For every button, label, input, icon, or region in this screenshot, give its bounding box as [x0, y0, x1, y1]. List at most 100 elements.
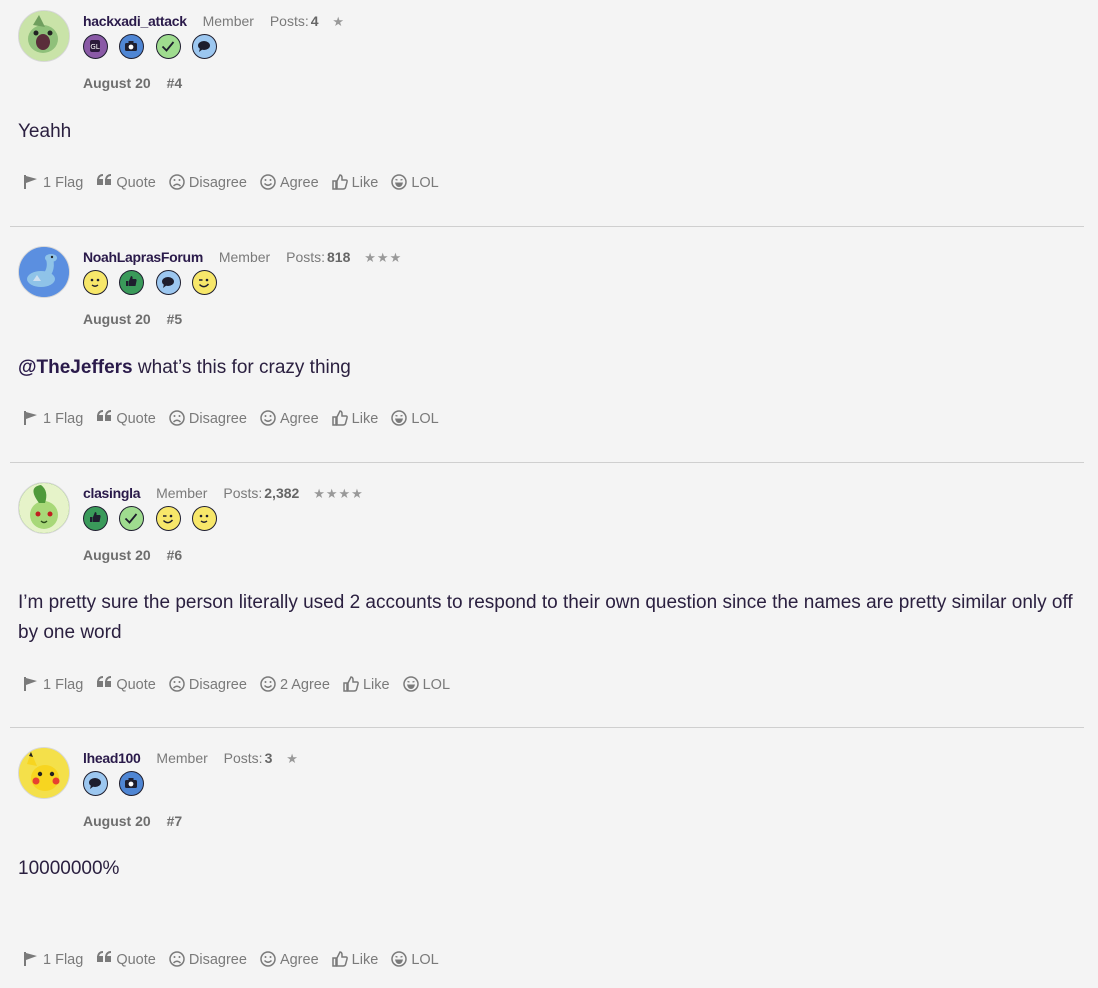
post-info: August 20 #7: [83, 813, 182, 829]
thumbs-up-icon[interactable]: [83, 506, 108, 531]
thumbs-up-icon: [343, 676, 359, 692]
lol-label: LOL: [411, 175, 439, 191]
username[interactable]: NoahLaprasForum: [83, 249, 203, 265]
quote-icon: [97, 174, 112, 185]
post-number[interactable]: #6: [167, 547, 183, 563]
lol-button[interactable]: LOL: [402, 676, 450, 693]
avatar[interactable]: [18, 10, 70, 62]
post-text: what’s this for crazy thing: [132, 357, 351, 378]
user-role: Member: [218, 249, 271, 265]
post-number[interactable]: #4: [167, 75, 183, 91]
quote-label: Quote: [116, 952, 156, 968]
post-date[interactable]: August 20: [83, 813, 151, 829]
post-divider: [10, 462, 1084, 463]
flag-label: 1 Flag: [43, 411, 84, 427]
laugh-icon: [402, 676, 419, 692]
flag-button[interactable]: 1 Flag: [22, 174, 83, 191]
flag-button[interactable]: 1 Flag: [22, 410, 83, 427]
post-actions: 1 Flag Quote Disagree Agree Like LOL: [22, 410, 448, 427]
posts-label: Posts:: [269, 13, 309, 29]
posts-label: Posts:: [286, 249, 326, 265]
laugh-icon: [391, 951, 408, 967]
disagree-label: Disagree: [188, 952, 247, 968]
agree-button[interactable]: Agree: [260, 410, 319, 427]
post-number[interactable]: #7: [167, 813, 183, 829]
quote-button[interactable]: Quote: [96, 410, 156, 427]
post-divider: [10, 226, 1084, 227]
check-icon[interactable]: [155, 34, 181, 59]
laugh-icon: [391, 410, 408, 426]
posts-count: 2,382: [264, 485, 300, 501]
post-info: August 20 #6: [83, 547, 182, 563]
quote-button[interactable]: Quote: [96, 174, 156, 191]
disagree-button[interactable]: Disagree: [169, 951, 247, 968]
check-icon[interactable]: [119, 506, 145, 531]
post-info: August 20 #5: [83, 311, 182, 327]
lol-button[interactable]: LOL: [391, 174, 439, 191]
wink-icon[interactable]: [192, 270, 218, 295]
speech-bubble-icon[interactable]: [83, 771, 108, 796]
wink-icon[interactable]: [155, 506, 181, 531]
avatar-pikachu-image: [19, 748, 69, 798]
agree-button[interactable]: Agree: [260, 951, 319, 968]
lol-label: LOL: [411, 411, 439, 427]
quote-label: Quote: [116, 411, 156, 427]
quote-button[interactable]: Quote: [96, 951, 156, 968]
user-role: Member: [156, 750, 208, 766]
rank-stars: ★: [332, 14, 346, 29]
disagree-button[interactable]: Disagree: [169, 676, 247, 693]
avatar[interactable]: [18, 482, 70, 534]
agree-button[interactable]: 2 Agree: [260, 676, 330, 693]
smiley-icon[interactable]: [83, 270, 108, 295]
like-button[interactable]: Like: [331, 410, 378, 427]
disagree-button[interactable]: Disagree: [169, 410, 247, 427]
post-text: 10000000%: [18, 858, 120, 879]
flag-icon: [24, 677, 37, 691]
username[interactable]: lhead100: [83, 750, 141, 766]
agree-button[interactable]: Agree: [260, 174, 319, 191]
lol-button[interactable]: LOL: [391, 410, 439, 427]
post-7: lhead100 Member Posts: 3 ★ August 20 #7 1…: [10, 747, 1084, 987]
thumbs-up-icon[interactable]: [119, 270, 145, 295]
mention-link[interactable]: @TheJeffers: [18, 357, 133, 378]
lol-button[interactable]: LOL: [391, 951, 439, 968]
post-number[interactable]: #5: [167, 311, 183, 327]
username[interactable]: hackxadi_attack: [83, 13, 187, 29]
flag-icon: [24, 175, 37, 189]
frown-icon: [169, 174, 185, 190]
username[interactable]: clasingla: [83, 485, 141, 501]
post-body: Yeahh: [18, 117, 1078, 147]
avatar-chikorita-image: [19, 483, 69, 533]
disagree-label: Disagree: [188, 411, 247, 427]
post-date[interactable]: August 20: [83, 311, 151, 327]
flag-button[interactable]: 1 Flag: [22, 951, 83, 968]
like-button[interactable]: Like: [331, 951, 378, 968]
post-date[interactable]: August 20: [83, 547, 151, 563]
post-actions: 1 Flag Quote Disagree Agree Like LOL: [22, 951, 448, 968]
rank-stars: ★★★: [364, 250, 403, 265]
quote-button[interactable]: Quote: [96, 676, 156, 693]
avatar[interactable]: [18, 246, 70, 298]
smiley-icon[interactable]: [192, 506, 218, 531]
frown-icon: [169, 410, 185, 426]
post-text: I’m pretty sure the person literally use…: [18, 592, 1073, 643]
avatar[interactable]: [18, 747, 70, 799]
like-button[interactable]: Like: [343, 676, 390, 693]
flag-button[interactable]: 1 Flag: [22, 676, 83, 693]
smile-icon: [260, 410, 276, 426]
speech-bubble-icon[interactable]: [192, 34, 218, 59]
camera-icon[interactable]: [119, 771, 145, 796]
flag-label: 1 Flag: [43, 175, 84, 191]
speech-bubble-icon[interactable]: [155, 270, 181, 295]
post-date[interactable]: August 20: [83, 75, 151, 91]
like-label: Like: [351, 175, 379, 191]
like-button[interactable]: Like: [331, 174, 379, 191]
frown-icon: [169, 676, 185, 692]
rank-stars: ★★★★: [313, 486, 364, 501]
camera-icon[interactable]: [119, 34, 145, 59]
frown-icon: [169, 951, 185, 967]
posts-count: 818: [327, 249, 351, 265]
badge-purple-icon[interactable]: GL: [83, 34, 108, 59]
agree-label: Agree: [279, 175, 319, 191]
disagree-button[interactable]: Disagree: [169, 174, 247, 191]
